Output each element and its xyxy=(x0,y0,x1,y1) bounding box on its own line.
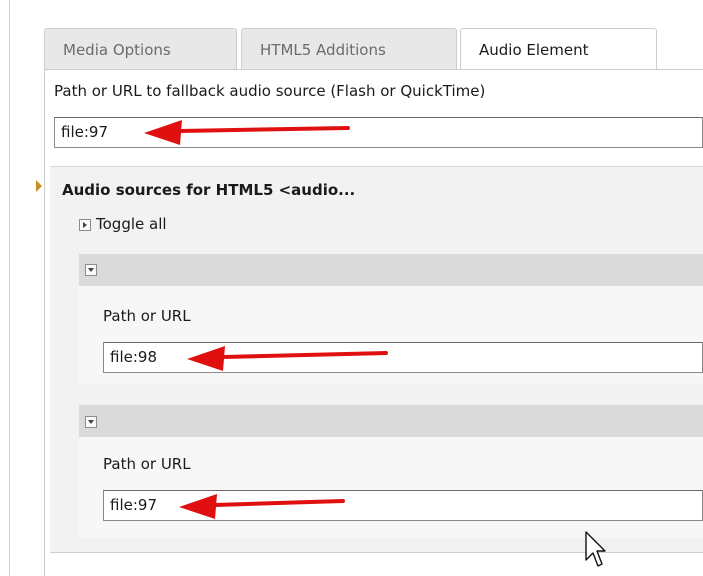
toggle-all-label[interactable]: Toggle all xyxy=(96,215,167,233)
toggle-all-button[interactable] xyxy=(79,219,91,231)
fallback-label: Path or URL to fallback audio source (Fl… xyxy=(54,82,486,100)
source-item-header xyxy=(79,254,703,286)
source-path-label: Path or URL xyxy=(103,455,191,473)
tab-html5-additions[interactable]: HTML5 Additions xyxy=(241,28,457,70)
chevron-right-icon xyxy=(83,222,87,228)
source-item-header xyxy=(79,405,703,437)
source-path-label: Path or URL xyxy=(103,307,191,325)
tab-audio-element[interactable]: Audio Element xyxy=(460,28,657,70)
chevron-down-icon xyxy=(88,268,94,272)
collapse-source-button[interactable] xyxy=(85,416,97,428)
annotation-arrow-icon xyxy=(144,120,350,145)
left-divider xyxy=(9,0,10,576)
annotation-arrow-icon xyxy=(187,346,388,371)
tab-bar: Media Options HTML5 Additions Audio Elem… xyxy=(44,28,703,70)
mouse-cursor-icon xyxy=(585,531,606,567)
chevron-down-icon xyxy=(88,420,94,424)
audio-sources-title: Audio sources for HTML5 <audio... xyxy=(62,181,356,199)
collapse-source-button[interactable] xyxy=(85,264,97,276)
expand-caret-icon[interactable] xyxy=(36,180,42,192)
tab-media-options[interactable]: Media Options xyxy=(44,28,237,70)
annotation-arrow-icon xyxy=(179,494,345,519)
source-item-body xyxy=(79,437,703,537)
